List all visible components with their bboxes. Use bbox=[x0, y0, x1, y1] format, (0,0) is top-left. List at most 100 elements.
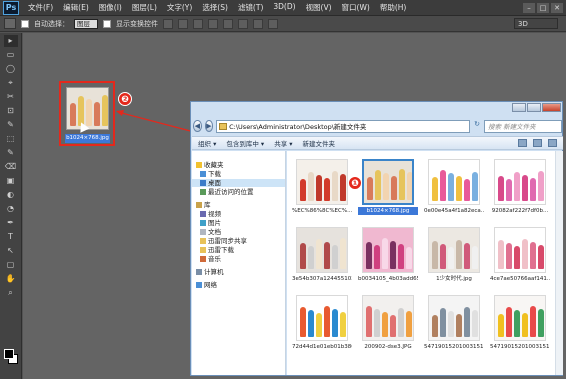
file-thumbnail[interactable]: 4ce7ae50766aaf141... bbox=[490, 225, 550, 285]
photo-figure bbox=[340, 238, 346, 269]
nav-item-label: 计算机 bbox=[204, 268, 224, 276]
file-thumbnail[interactable]: 3e54b307a124455103... bbox=[292, 225, 352, 285]
photo-figure bbox=[472, 172, 478, 201]
photo-figure bbox=[340, 174, 346, 201]
nav-item[interactable]: 迅雷下载 bbox=[192, 246, 285, 254]
image-preview bbox=[362, 295, 414, 341]
preview-pane-icon[interactable] bbox=[533, 139, 542, 147]
back-button[interactable]: ◀ bbox=[193, 120, 202, 132]
file-name: 54719015201003151 8... bbox=[424, 344, 484, 350]
nav-item[interactable]: 收藏夹 bbox=[192, 161, 285, 169]
photo-figure bbox=[382, 238, 388, 269]
photo-figure bbox=[538, 309, 544, 337]
nav-item[interactable]: 音乐 bbox=[192, 255, 285, 263]
search-input[interactable]: 搜索 新建文件夹 bbox=[484, 119, 562, 133]
nav-item-label: 库 bbox=[204, 201, 211, 209]
nav-item[interactable]: 文档 bbox=[192, 228, 285, 236]
navigation-pane: 收藏夹 下载 桌面 最近访问的位置库视频 图片 文档 迅雷同步共享 迅雷下载 音乐计算机网络 bbox=[192, 151, 286, 375]
photo-figure bbox=[440, 308, 446, 337]
photo-figure bbox=[391, 176, 397, 200]
photo-figure bbox=[308, 246, 314, 269]
file-thumbnail[interactable]: 0e00e45a4f1a82eca... bbox=[424, 157, 484, 217]
image-preview bbox=[494, 159, 546, 205]
file-thumbnail[interactable]: b0034105_4b03add65... bbox=[358, 225, 418, 285]
photo-figure bbox=[332, 245, 338, 269]
help-icon[interactable] bbox=[548, 139, 557, 147]
nav-item[interactable]: 迅雷同步共享 bbox=[192, 237, 285, 245]
photo-figure bbox=[432, 241, 438, 269]
nav-item[interactable]: 计算机 bbox=[192, 268, 285, 276]
share-button[interactable]: 共享 ▾ bbox=[274, 138, 292, 148]
image-preview bbox=[362, 159, 414, 205]
new-folder-button[interactable]: 新建文件夹 bbox=[303, 138, 336, 148]
photo-figure bbox=[530, 242, 536, 269]
file-thumbnail[interactable]: 1少女时代.jpg bbox=[424, 225, 484, 285]
photo-figure bbox=[522, 313, 528, 337]
file-name: 54719015201003151 8... bbox=[490, 344, 550, 350]
photo-figure bbox=[398, 244, 404, 269]
photo-figure bbox=[514, 246, 520, 269]
explorer-titlebar bbox=[191, 102, 562, 116]
file-thumbnail[interactable]: 92082af222f7df0b... bbox=[490, 157, 550, 217]
nav-item-label: 收藏夹 bbox=[204, 161, 224, 169]
photo-figure bbox=[464, 307, 470, 337]
photo-figure bbox=[316, 175, 322, 201]
photo-figure bbox=[498, 314, 504, 337]
photo-figure bbox=[464, 179, 470, 201]
computer-icon bbox=[196, 269, 202, 275]
photo-figure bbox=[448, 173, 454, 201]
organize-button[interactable]: 组织 ▾ bbox=[198, 138, 216, 148]
file-name: 3e54b307a124455103... bbox=[292, 276, 352, 282]
music-icon bbox=[200, 256, 206, 262]
address-path-field[interactable]: C:\Users\Administrator\Desktop\新建文件夹 bbox=[216, 119, 471, 133]
nav-item[interactable]: 最近访问的位置 bbox=[192, 188, 285, 196]
photo-figure bbox=[522, 175, 528, 201]
include-in-library-button[interactable]: 包含到库中 ▾ bbox=[226, 138, 264, 148]
nav-item[interactable]: 桌面 bbox=[192, 179, 285, 187]
image-preview bbox=[494, 295, 546, 341]
nav-item[interactable]: 图片 bbox=[192, 219, 285, 227]
file-name: 1少女时代.jpg bbox=[436, 276, 472, 282]
nav-item[interactable]: 库 bbox=[192, 201, 285, 209]
photo-figure bbox=[448, 311, 454, 337]
nav-item[interactable]: 视频 bbox=[192, 210, 285, 218]
step-2-badge: ❷ bbox=[118, 92, 132, 106]
photo-figure bbox=[316, 239, 322, 269]
explorer-close-button[interactable] bbox=[542, 103, 561, 112]
vertical-scrollbar[interactable] bbox=[555, 151, 563, 375]
file-thumbnail[interactable]: 72d44d1e01eb01b386... bbox=[292, 293, 352, 353]
command-bar: 组织 ▾ 包含到库中 ▾ 共享 ▾ 新建文件夹 bbox=[192, 136, 563, 150]
photo-figure bbox=[456, 176, 462, 201]
file-thumbnail[interactable]: %EC%86%8C%EC%... bbox=[292, 157, 352, 217]
file-thumbnail[interactable]: 54719015201003151 8... bbox=[424, 293, 484, 353]
photo-figure bbox=[407, 172, 412, 200]
explorer-minimize-button[interactable] bbox=[512, 103, 526, 112]
photo-figure bbox=[538, 245, 544, 269]
nav-item-label: 桌面 bbox=[208, 179, 221, 187]
photo-figure bbox=[456, 314, 462, 337]
video-icon bbox=[200, 211, 206, 217]
photo-figure bbox=[300, 307, 306, 337]
forward-button[interactable]: ▶ bbox=[204, 120, 214, 132]
recent-icon bbox=[200, 189, 206, 195]
photo-figure bbox=[538, 171, 544, 201]
photo-figure bbox=[522, 239, 528, 269]
nav-item[interactable]: 网络 bbox=[192, 281, 285, 289]
image-preview bbox=[428, 159, 480, 205]
image-preview bbox=[296, 159, 348, 205]
refresh-icon[interactable]: ↻ bbox=[473, 120, 481, 132]
photo-figure bbox=[382, 312, 388, 337]
nav-item[interactable]: 下载 bbox=[192, 170, 285, 178]
file-name: 4ce7ae50766aaf141... bbox=[490, 276, 550, 282]
file-thumbnail[interactable]: 54719015201003151 8... bbox=[490, 293, 550, 353]
file-thumbnail[interactable]: b1024×768.jpg bbox=[358, 157, 418, 217]
photo-figure bbox=[506, 243, 512, 269]
photo-figure bbox=[324, 306, 330, 337]
library-icon bbox=[196, 202, 202, 208]
nav-item-label: 音乐 bbox=[208, 255, 221, 263]
nav-item-label: 文档 bbox=[208, 228, 221, 236]
file-thumbnail[interactable]: 200902-dse3.JPG bbox=[358, 293, 418, 353]
file-name: b0034105_4b03add65... bbox=[358, 276, 418, 282]
view-options-icon[interactable] bbox=[518, 139, 527, 147]
explorer-maximize-button[interactable] bbox=[527, 103, 541, 112]
